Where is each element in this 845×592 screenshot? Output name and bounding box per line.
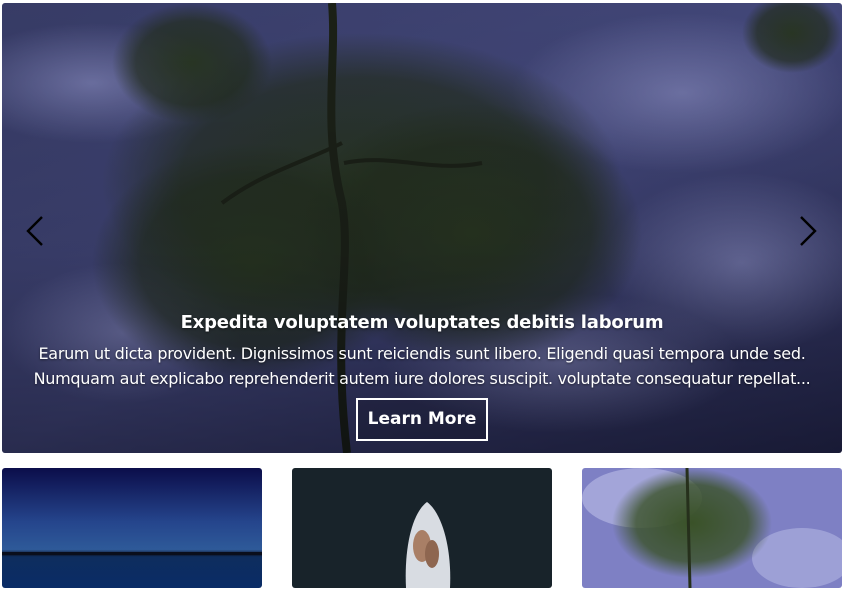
slide-caption: Expedita voluptatem voluptates debitis l…	[2, 309, 842, 441]
slider-prev-button[interactable]	[15, 209, 55, 253]
aerial-rowboat-image	[292, 468, 552, 588]
thumbnail-boat[interactable]	[292, 468, 552, 588]
chevron-left-icon	[26, 216, 43, 246]
learn-more-button[interactable]: Learn More	[355, 398, 489, 441]
thumbnail-lake[interactable]	[2, 468, 262, 588]
lake-horizon-image	[2, 468, 262, 588]
slide-title: Expedita voluptatem voluptates debitis l…	[180, 312, 664, 333]
hero-slider[interactable]: Expedita voluptatem voluptates debitis l…	[2, 3, 842, 453]
chevron-right-icon	[800, 216, 817, 246]
tree-reflection-image	[582, 468, 842, 588]
slide-description: Earum ut dicta provident. Dignissimos su…	[33, 344, 811, 388]
slider-next-button[interactable]	[788, 209, 828, 253]
thumbnail-tree[interactable]	[582, 468, 842, 588]
